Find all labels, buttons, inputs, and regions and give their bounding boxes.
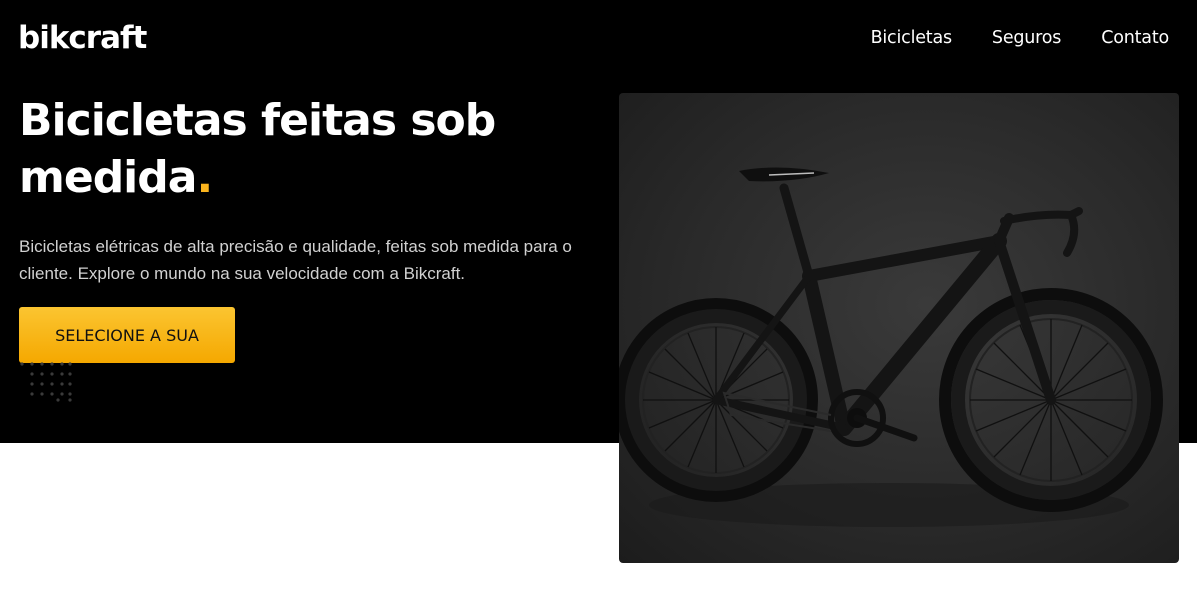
dot-grid-icon: [20, 362, 72, 402]
logo[interactable]: bikcraft: [18, 20, 147, 56]
hero-description: Bicicletas elétricas de alta precisão e …: [19, 237, 572, 283]
hero-title-text: Bicicletas feitas sob medida: [19, 95, 496, 203]
bike-photo: [619, 93, 1179, 563]
nav-link-bicicletas[interactable]: Bicicletas: [871, 28, 953, 48]
main-nav: Bicicletas Seguros Contato: [871, 28, 1170, 48]
nav-link-contato[interactable]: Contato: [1101, 28, 1169, 48]
nav-link-seguros[interactable]: Seguros: [992, 28, 1062, 48]
hero-title-dot: .: [196, 152, 213, 203]
select-bike-button[interactable]: SELECIONE A SUA: [19, 307, 235, 363]
road-bicycle-image: [619, 167, 1163, 527]
hero-title: Bicicletas feitas sob medida.: [19, 92, 579, 206]
